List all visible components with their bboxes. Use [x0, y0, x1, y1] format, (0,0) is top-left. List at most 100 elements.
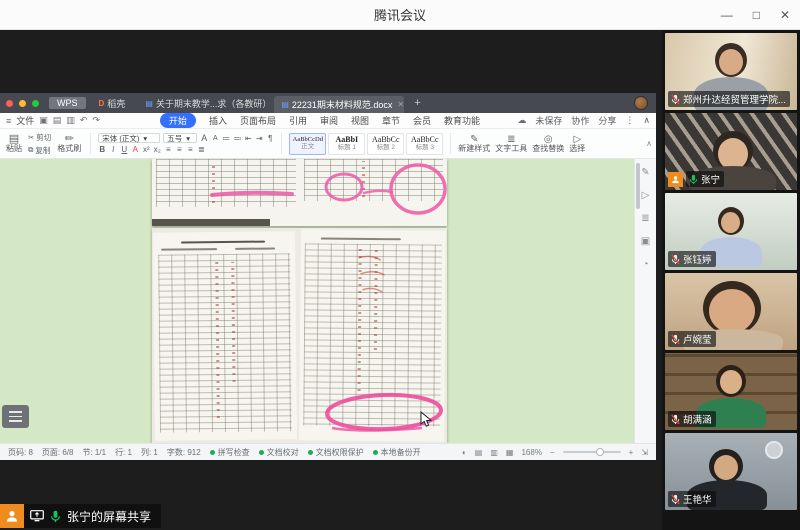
participant-tile[interactable]: 王艳华 — [665, 433, 797, 510]
traffic-light-zoom-icon[interactable] — [32, 99, 39, 107]
wps-account-avatar[interactable] — [634, 96, 648, 110]
document-canvas[interactable]: ✎ ▷ ≣ ▣ ◔ — [0, 159, 656, 443]
cut-button[interactable]: ✂ 剪切 — [28, 132, 51, 143]
traffic-light-close-icon[interactable] — [6, 99, 13, 107]
format-painter-button[interactable]: ✏ 格式刷 — [55, 133, 83, 154]
share-banner-text: 张宁的屏幕共享 — [67, 509, 152, 524]
style-heading3[interactable]: AaBbCc 标题 3 — [406, 132, 444, 155]
table-of-contents-button[interactable] — [2, 405, 29, 428]
text-tools-button[interactable]: ≣ 文字工具 — [495, 134, 527, 154]
participant-tile[interactable]: 张钰婷 — [665, 193, 797, 270]
scrollbar-thumb[interactable] — [636, 163, 640, 209]
superscript-button[interactable]: x² — [142, 145, 150, 154]
style-heading2[interactable]: AaBbCc 标题 2 — [367, 132, 405, 155]
outline-list-icon[interactable]: ≣ — [641, 213, 649, 224]
ribbon-tab-home[interactable]: 开始 — [159, 113, 196, 128]
font-family-select[interactable]: 宋体 (正文) ▾ — [98, 133, 161, 143]
line-spacing-icon[interactable]: ≣ — [197, 145, 205, 154]
traffic-light-minimize-icon[interactable] — [19, 99, 26, 107]
font-size-select[interactable]: 五号 ▾ — [163, 133, 198, 143]
sharer-badge[interactable] — [0, 504, 24, 528]
tab-docer[interactable]: D 稻壳 — [92, 94, 133, 113]
save-icon[interactable]: ▣ — [39, 115, 48, 126]
ribbon-tab-page-layout[interactable]: 页面布局 — [240, 114, 276, 127]
tab-document-2-active[interactable]: ▤ 22231期末材料规范.docx ✕ — [274, 96, 405, 113]
ribbon-tab-insert[interactable]: 插入 — [209, 114, 227, 127]
docer-icon: D — [98, 98, 105, 108]
paragraph-mark-icon[interactable]: ¶ — [266, 134, 274, 143]
edit-icon[interactable]: ✎ — [641, 167, 649, 178]
participant-tile[interactable]: 胡满涵 — [665, 353, 797, 430]
underline-button[interactable]: U — [120, 145, 128, 154]
history-icon[interactable]: ◔ — [642, 259, 648, 270]
zoom-level[interactable]: 168% — [521, 448, 541, 457]
increase-indent-icon[interactable]: ⇥ — [255, 134, 263, 143]
close-button[interactable]: ✕ — [780, 8, 790, 22]
fullscreen-icon[interactable]: ⇲ — [641, 448, 648, 457]
undo-icon[interactable]: ↶ — [80, 115, 88, 126]
style-normal[interactable]: AaBbCcDd 正文 — [289, 132, 327, 155]
mic-muted-icon — [671, 254, 680, 264]
number-list-icon[interactable]: ≕ — [233, 134, 241, 143]
eye-protect-icon[interactable]: ◐ — [462, 448, 467, 457]
redo-icon[interactable]: ↷ — [92, 115, 100, 126]
zoom-slider[interactable] — [562, 448, 621, 456]
paste-button[interactable]: ▤ 粘贴 — [4, 133, 24, 154]
tab-document-1[interactable]: ▤ 关于期末教学...求（各教研） — [138, 94, 268, 113]
collaborate-button[interactable]: 协作 — [571, 114, 589, 127]
align-left-icon[interactable]: ≡ — [164, 145, 172, 154]
ribbon-tab-section[interactable]: 章节 — [382, 114, 400, 127]
decrease-indent-icon[interactable]: ⇤ — [244, 134, 252, 143]
tab-close-icon[interactable]: ✕ — [397, 100, 404, 109]
new-tab-button[interactable]: + — [410, 97, 424, 109]
collapse-ribbon-icon[interactable]: ∧ — [643, 115, 650, 126]
participant-tile[interactable]: 卢婉莹 — [665, 273, 797, 350]
spell-check-status[interactable]: 拼写检查 — [210, 447, 250, 458]
ribbon-tab-review[interactable]: 审阅 — [320, 114, 338, 127]
doc-protection-status[interactable]: 文档权限保护 — [308, 447, 364, 458]
shrink-font-button[interactable]: A — [211, 135, 219, 142]
ribbon-tab-references[interactable]: 引用 — [289, 114, 307, 127]
status-word-count[interactable]: 字数: 912 — [167, 447, 201, 458]
local-backup-status[interactable]: 本地备份开 — [373, 447, 421, 458]
more-icon[interactable]: ⋮ — [625, 115, 634, 126]
bullet-list-icon[interactable]: ≔ — [222, 134, 230, 143]
wps-home-button[interactable]: WPS — [49, 97, 86, 109]
image-tool-icon[interactable]: ▣ — [641, 236, 650, 247]
ribbon-collapse-icon[interactable]: ∧ — [646, 139, 652, 148]
minimize-button[interactable]: — — [721, 8, 733, 22]
align-right-icon[interactable]: ≡ — [186, 145, 194, 154]
subscript-button[interactable]: x₂ — [153, 145, 161, 154]
ribbon-tab-member[interactable]: 会员 — [413, 114, 431, 127]
zoom-in-button[interactable]: + — [629, 448, 634, 457]
style-heading1[interactable]: AaBbI 标题 1 — [328, 132, 366, 155]
ribbon-tab-education[interactable]: 教育功能 — [444, 114, 480, 127]
copy-button[interactable]: ⧉ 复制 — [28, 145, 51, 156]
ribbon-tab-view[interactable]: 视图 — [351, 114, 369, 127]
hamburger-icon[interactable]: ≡ — [6, 116, 11, 126]
export-icon[interactable]: ▥ — [66, 115, 75, 126]
page-view-icon[interactable]: ▤ — [475, 448, 483, 457]
select-button[interactable]: ▷ 选择 — [569, 134, 585, 154]
web-view-icon[interactable]: ▦ — [506, 448, 514, 457]
align-center-icon[interactable]: ≡ — [175, 145, 183, 154]
zoom-out-button[interactable]: − — [550, 448, 555, 457]
find-replace-button[interactable]: ◎ 查找替换 — [532, 134, 564, 154]
select-tool-icon[interactable]: ▷ — [642, 190, 650, 201]
font-color-button[interactable]: A — [131, 145, 139, 154]
outline-view-icon[interactable]: ▥ — [490, 448, 498, 457]
menu-file[interactable]: 文件 — [16, 114, 34, 127]
share-button[interactable]: 分享 — [598, 114, 616, 127]
share-banner[interactable]: 张宁的屏幕共享 — [24, 504, 162, 528]
maximize-button[interactable]: □ — [753, 8, 760, 22]
print-icon[interactable]: ▤ — [53, 115, 62, 126]
new-style-button[interactable]: ✎ 新建样式 — [458, 134, 490, 154]
scanned-table-photo-bottom[interactable] — [152, 228, 447, 443]
italic-button[interactable]: I — [109, 145, 117, 154]
scanned-table-photo-top[interactable] — [152, 159, 447, 226]
grow-font-button[interactable]: A — [200, 133, 208, 143]
participant-tile[interactable]: 郑州升达经贸管理学院... — [665, 33, 797, 110]
proofread-status[interactable]: 文档校对 — [259, 447, 299, 458]
participant-tile-sharing[interactable]: 张宁 — [665, 113, 797, 190]
bold-button[interactable]: B — [98, 145, 106, 154]
